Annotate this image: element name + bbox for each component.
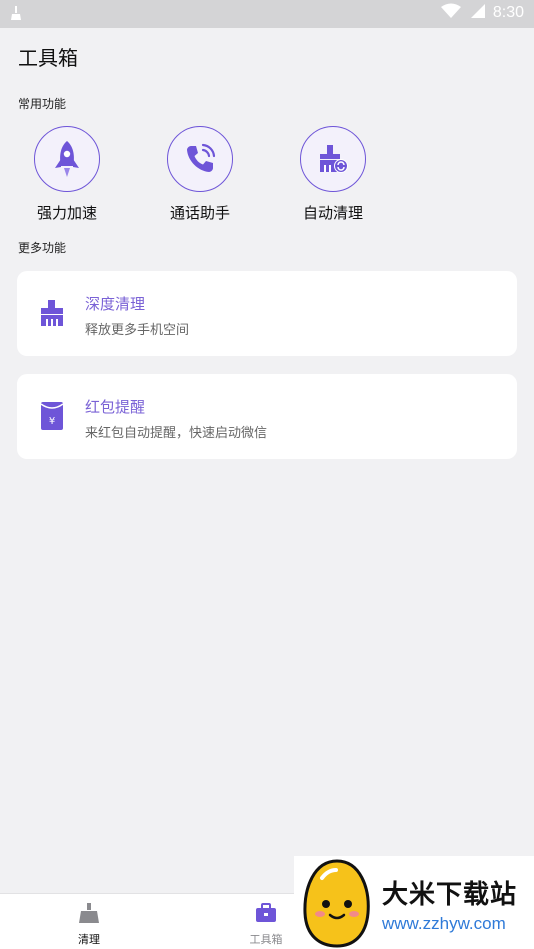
watermark: 大米下载站 www.zzhyw.com [294, 856, 534, 949]
card-title: 深度清理 [85, 295, 146, 313]
section-common-label: 常用功能 [18, 97, 67, 111]
quick-tool-call-assistant[interactable]: 通话助手 [150, 126, 250, 223]
card-subtitle: 释放更多手机空间 [85, 323, 190, 338]
status-time: 8:30 [492, 4, 524, 21]
broom-icon [37, 298, 67, 328]
tab-clean[interactable]: 清理 [49, 902, 129, 947]
quick-tool-label: 通话助手 [169, 204, 230, 222]
auto-clean-icon [300, 126, 366, 192]
red-envelope-card[interactable]: ¥ 红包提醒 来红包自动提醒，快速启动微信 [17, 374, 517, 459]
watermark-url: www.zzhyw.com [382, 914, 506, 933]
red-envelope-icon: ¥ [37, 401, 67, 431]
broom-tab-icon [78, 903, 100, 928]
svg-text:¥: ¥ [49, 416, 55, 427]
tab-label: 清理 [78, 933, 100, 946]
status-bar: 8:30 [0, 0, 534, 28]
section-more-label: 更多功能 [18, 241, 67, 255]
signal-icon [469, 3, 485, 23]
rocket-icon [34, 126, 100, 192]
card-title: 红包提醒 [85, 398, 146, 416]
watermark-text: 大米下载站 [382, 880, 518, 910]
toolbox-icon [255, 903, 277, 928]
quick-tool-label: 强力加速 [36, 204, 97, 222]
rice-mascot-logo [298, 858, 376, 949]
quick-tool-auto-clean[interactable]: 自动清理 [283, 126, 383, 223]
phone-icon [167, 126, 233, 192]
wifi-icon [440, 3, 461, 23]
quick-tool-label: 自动清理 [302, 204, 363, 222]
quick-tool-boost[interactable]: 强力加速 [17, 126, 117, 223]
deep-clean-card[interactable]: 深度清理 释放更多手机空间 [17, 271, 517, 356]
card-subtitle: 来红包自动提醒，快速启动微信 [85, 426, 268, 441]
cleaner-notification-icon [10, 5, 22, 25]
page-title: 工具箱 [18, 46, 78, 70]
